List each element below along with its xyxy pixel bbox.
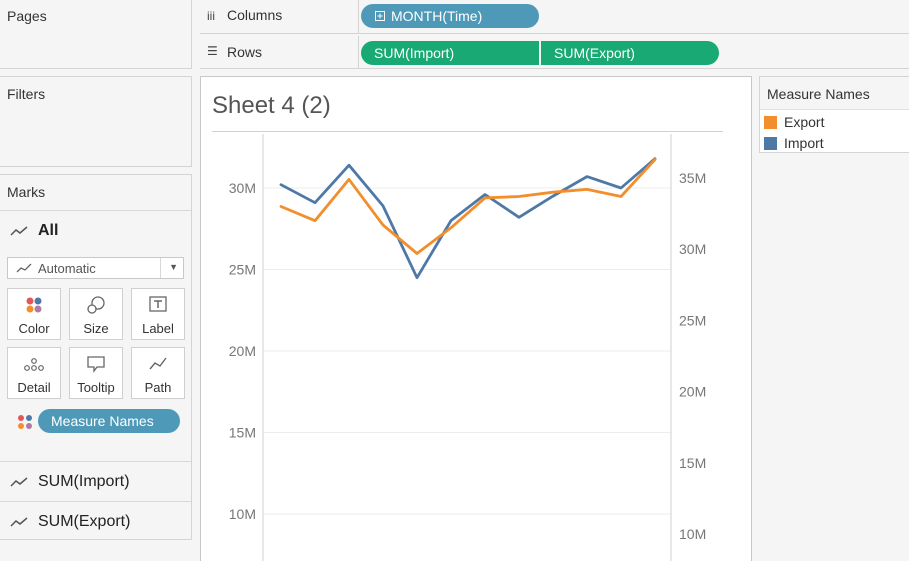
- pill-label: MONTH(Time): [391, 8, 483, 24]
- legend-item-import[interactable]: Import: [764, 134, 824, 152]
- tooltip-button[interactable]: Tooltip: [69, 347, 123, 399]
- legend-title[interactable]: Measure Names: [760, 77, 909, 110]
- right-axis-tick-label: 30M: [679, 241, 706, 257]
- marks-card-import[interactable]: SUM(Import): [0, 461, 191, 501]
- right-axis-tick-label: 10M: [679, 526, 706, 542]
- columns-icon: iii: [207, 9, 215, 23]
- pages-title: Pages: [7, 8, 47, 24]
- line-mark-icon: [16, 263, 32, 273]
- color-legend: Measure Names Export Import: [759, 76, 909, 153]
- legend-item-label: Import: [784, 135, 824, 151]
- pill-label: SUM(Import): [374, 45, 455, 61]
- pill-label: Measure Names: [51, 413, 154, 429]
- measure-names-color-pill[interactable]: Measure Names: [38, 409, 180, 433]
- series-line-import: [279, 157, 657, 280]
- tooltip-bubble-icon: [87, 356, 105, 373]
- chevron-down-icon: ▼: [169, 262, 178, 272]
- marks-card-export[interactable]: SUM(Export): [0, 501, 191, 541]
- path-button[interactable]: Path: [131, 347, 185, 399]
- dropdown-divider: [160, 258, 161, 278]
- rows-shelf[interactable]: ☰ Rows SUM(Import) SUM(Export): [200, 36, 909, 69]
- expand-plus-icon: [375, 11, 385, 21]
- marks-all-label: All: [38, 221, 59, 239]
- path-button-label: Path: [144, 380, 172, 395]
- rows-icon: ☰: [207, 44, 218, 58]
- line-mark-icon: [10, 476, 28, 487]
- legend-swatch-import: [764, 136, 777, 150]
- label-button[interactable]: Label: [131, 288, 185, 340]
- pages-card[interactable]: Pages: [0, 0, 192, 69]
- month-time-pill[interactable]: MONTH(Time): [361, 4, 539, 28]
- shelf-divider: [358, 0, 359, 34]
- marks-card-export-label: SUM(Export): [38, 512, 131, 530]
- detail-button-label: Detail: [17, 380, 51, 395]
- color-button[interactable]: Color: [7, 288, 61, 340]
- legend-swatch-export: [764, 115, 777, 129]
- label-button-label: Label: [142, 321, 174, 336]
- left-panel: Pages Filters Marks All Automatic ▼ Colo…: [0, 0, 193, 561]
- tableau-workspace: Pages Filters Marks All Automatic ▼ Colo…: [0, 0, 909, 561]
- line-mark-icon: [10, 516, 28, 527]
- left-axis-tick-label: 20M: [229, 343, 256, 359]
- right-axis-tick-label: 35M: [679, 170, 706, 186]
- legend-item-label: Export: [784, 114, 825, 130]
- sum-export-pill[interactable]: SUM(Export): [541, 41, 719, 65]
- tooltip-button-label: Tooltip: [77, 380, 115, 395]
- legend-item-export[interactable]: Export: [764, 113, 824, 131]
- marks-title: Marks: [7, 184, 46, 200]
- left-axis-tick-label: 10M: [229, 506, 256, 522]
- sum-import-pill[interactable]: SUM(Import): [361, 41, 539, 65]
- right-axis-tick-label: 15M: [679, 455, 706, 471]
- detail-dots-icon: [24, 358, 44, 371]
- marks-card: Marks All Automatic ▼ Color Size Label D…: [0, 174, 192, 540]
- shelf-divider: [358, 36, 359, 69]
- left-axis-tick-label: 15M: [229, 425, 256, 441]
- color-button-label: Color: [18, 321, 50, 336]
- right-axis-tick-label: 20M: [679, 384, 706, 400]
- size-button-label: Size: [83, 321, 109, 336]
- filters-card[interactable]: Filters: [0, 76, 192, 167]
- size-circles-icon: [87, 296, 105, 314]
- filters-title: Filters: [7, 86, 46, 102]
- pill-label: SUM(Export): [554, 45, 635, 61]
- detail-button[interactable]: Detail: [7, 347, 61, 399]
- rows-shelf-label: Rows: [227, 44, 263, 60]
- sheet-view: Sheet 4 (2) 10M 15M 20M 25M 30M 10M 15M 20M 25M 3…: [200, 76, 752, 561]
- columns-shelf-label: Columns: [227, 7, 283, 23]
- mark-type-dropdown[interactable]: Automatic ▼: [7, 257, 184, 279]
- color-dots-icon: [26, 297, 42, 313]
- path-line-icon: [149, 357, 167, 370]
- color-dots-icon: [18, 415, 32, 429]
- marks-all-tab[interactable]: All: [0, 210, 191, 250]
- columns-shelf[interactable]: iii Columns MONTH(Time): [200, 0, 909, 34]
- dual-axis-line-chart[interactable]: 10M 15M 20M 25M 30M 10M 15M 20M 25M 30M 35M: [201, 77, 753, 561]
- line-mark-icon: [10, 225, 28, 236]
- left-axis-tick-label: 25M: [229, 262, 256, 278]
- mark-type-value: Automatic: [38, 260, 96, 276]
- right-axis-tick-label: 25M: [679, 312, 706, 328]
- marks-card-import-label: SUM(Import): [38, 472, 130, 490]
- size-button[interactable]: Size: [69, 288, 123, 340]
- left-axis-tick-label: 30M: [229, 180, 256, 196]
- text-label-icon: [149, 296, 167, 312]
